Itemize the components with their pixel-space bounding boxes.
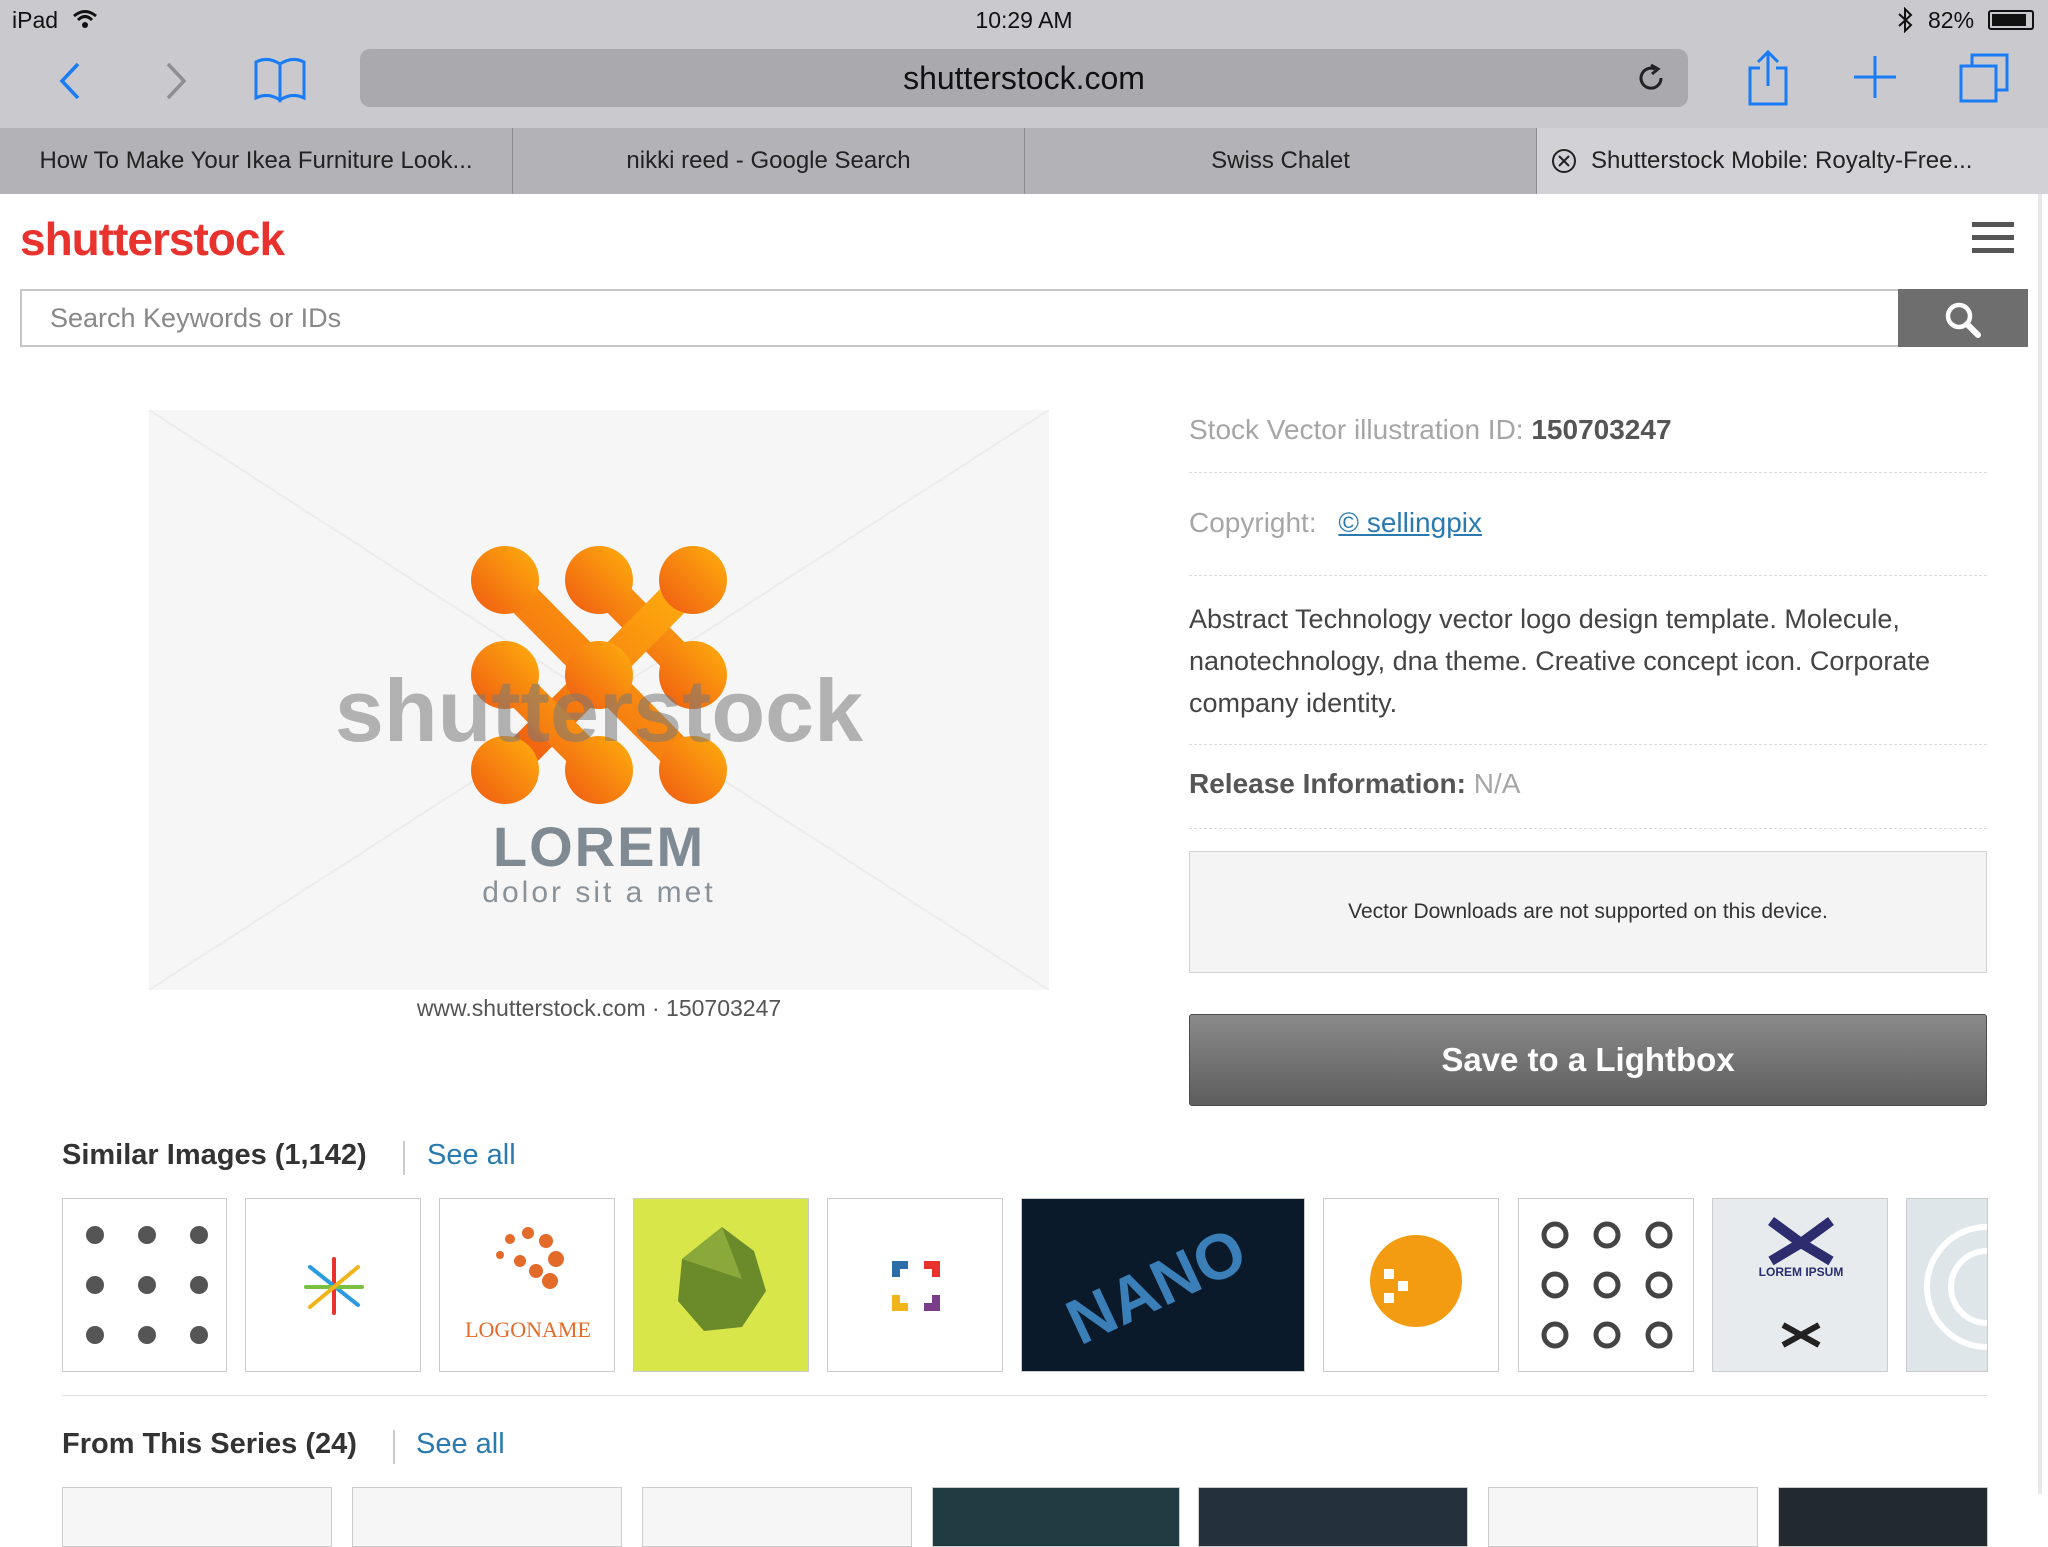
similar-thumb-2[interactable] — [245, 1198, 421, 1372]
similar-images-title: Similar Images (1,142) — [62, 1139, 367, 1171]
shutterstock-logo[interactable]: shutterstock — [20, 212, 285, 266]
tab-ikea[interactable]: How To Make Your Ikea Furniture Look... — [0, 128, 513, 194]
tab-bar: How To Make Your Ikea Furniture Look... … — [0, 128, 2048, 194]
release-info-row: Release Information: N/A — [1189, 768, 1520, 800]
divider — [403, 1141, 405, 1175]
divider — [393, 1430, 395, 1464]
similar-thumb-7[interactable] — [1323, 1198, 1499, 1372]
tab-label: Swiss Chalet — [1211, 147, 1350, 174]
blue-x-logo-thumb — [1768, 1216, 1834, 1348]
divider — [1189, 744, 1987, 745]
wifi-icon — [73, 10, 97, 28]
similar-see-all-link[interactable]: See all — [427, 1139, 516, 1172]
lorem-ipsum-text: LOREM IPSUM — [1758, 1265, 1844, 1279]
similar-thumb-1[interactable] — [62, 1198, 227, 1372]
series-see-all-link[interactable]: See all — [416, 1428, 505, 1461]
similar-thumb-4[interactable] — [633, 1198, 809, 1372]
id-label: Stock Vector illustration ID: — [1189, 414, 1524, 445]
new-tab-icon[interactable] — [1852, 54, 1898, 100]
watermark: shutterstock — [334, 661, 864, 760]
copyright-label: Copyright: — [1189, 507, 1317, 538]
battery-icon — [1988, 10, 2034, 30]
image-caption: www.shutterstock.com · 150703247 — [416, 995, 782, 1021]
logo-subtitle-text: dolor sit a met — [482, 876, 716, 909]
icon-grid-thumb — [86, 1226, 208, 1344]
tabs-overview-icon[interactable] — [1958, 52, 2010, 104]
url-text: shutterstock.com — [903, 60, 1145, 96]
download-notice: Vector Downloads are not supported on th… — [1189, 851, 1987, 973]
divider — [1189, 472, 1987, 473]
release-value: N/A — [1473, 768, 1521, 799]
series-thumb-3[interactable] — [642, 1487, 912, 1547]
forward-icon[interactable] — [160, 60, 190, 102]
hexagon-icons-thumb — [1541, 1221, 1673, 1349]
reload-icon[interactable] — [1636, 63, 1666, 93]
status-bar: iPad 10:29 AM 82% — [0, 0, 2048, 40]
device-label: iPad — [12, 7, 59, 33]
tab-label: nikki reed - Google Search — [626, 147, 911, 174]
bluetooth-icon — [1898, 7, 1913, 33]
logoname-text: LOGONAME — [465, 1317, 591, 1342]
address-bar[interactable]: shutterstock.com — [360, 49, 1688, 107]
green-polygon-thumb — [678, 1227, 766, 1331]
release-label: Release Information: — [1189, 768, 1466, 799]
series-thumb-6[interactable] — [1488, 1487, 1758, 1547]
tab-label: Shutterstock Mobile: Royalty-Free... — [1591, 147, 1973, 174]
series-thumb-2[interactable] — [352, 1487, 622, 1547]
logo-title-text: LOREM — [492, 815, 706, 878]
similar-thumb-10[interactable] — [1906, 1198, 1988, 1372]
orange-circle-thumb — [1370, 1235, 1462, 1327]
save-to-lightbox-button[interactable]: Save to a Lightbox — [1189, 1014, 1987, 1106]
scrollbar[interactable] — [2038, 194, 2042, 1494]
dots-logo-thumb — [496, 1227, 564, 1289]
similar-thumb-9[interactable]: LOREM IPSUM — [1712, 1198, 1888, 1372]
id-value: 150703247 — [1531, 414, 1672, 445]
series-thumb-1[interactable] — [62, 1487, 332, 1547]
similar-thumb-3[interactable]: LOGONAME — [439, 1198, 615, 1372]
series-thumb-5[interactable] — [1198, 1487, 1468, 1547]
copyright-row: Copyright: © sellingpix — [1189, 507, 1482, 539]
tab-swiss-chalet[interactable]: Swiss Chalet — [1025, 128, 1537, 194]
nano-text: NANO — [1055, 1213, 1257, 1359]
section-divider — [62, 1395, 1988, 1396]
divider — [1189, 828, 1987, 829]
similar-thumb-6[interactable]: NANO — [1021, 1198, 1305, 1372]
tab-shutterstock[interactable]: Shutterstock Mobile: Royalty-Free... — [1537, 128, 2048, 194]
bookmarks-icon[interactable] — [252, 54, 308, 106]
series-thumb-7[interactable] — [1778, 1487, 1988, 1547]
hamburger-menu-icon[interactable] — [1972, 222, 2014, 261]
divider — [1189, 575, 1987, 576]
image-id-row: Stock Vector illustration ID: 150703247 — [1189, 414, 1672, 446]
white-spiral-thumb — [1924, 1224, 1987, 1350]
search-icon — [1945, 302, 1981, 338]
main-stock-image[interactable]: shutterstock LOREM dolor sit a met — [149, 410, 1049, 990]
series-title: From This Series (24) — [62, 1428, 357, 1460]
back-icon[interactable] — [56, 60, 86, 102]
share-icon[interactable] — [1746, 48, 1790, 108]
clock: 10:29 AM — [975, 7, 1073, 33]
browser-toolbar: shutterstock.com — [0, 40, 2048, 128]
starburst-thumb — [304, 1257, 364, 1315]
square-logo-thumb — [892, 1261, 940, 1311]
search-input[interactable]: Search Keywords or IDs — [20, 289, 1898, 347]
tab-label: How To Make Your Ikea Furniture Look... — [39, 147, 473, 174]
search-button[interactable] — [1898, 289, 2028, 347]
similar-thumb-5[interactable] — [827, 1198, 1003, 1372]
copyright-link[interactable]: © sellingpix — [1338, 507, 1482, 538]
series-thumb-4[interactable] — [932, 1487, 1180, 1547]
similar-thumb-8[interactable] — [1518, 1198, 1694, 1372]
battery-percent: 82% — [1928, 7, 1975, 33]
image-description: Abstract Technology vector logo design t… — [1189, 604, 1930, 718]
close-tab-icon[interactable] — [1551, 148, 1577, 174]
tab-google[interactable]: nikki reed - Google Search — [513, 128, 1025, 194]
